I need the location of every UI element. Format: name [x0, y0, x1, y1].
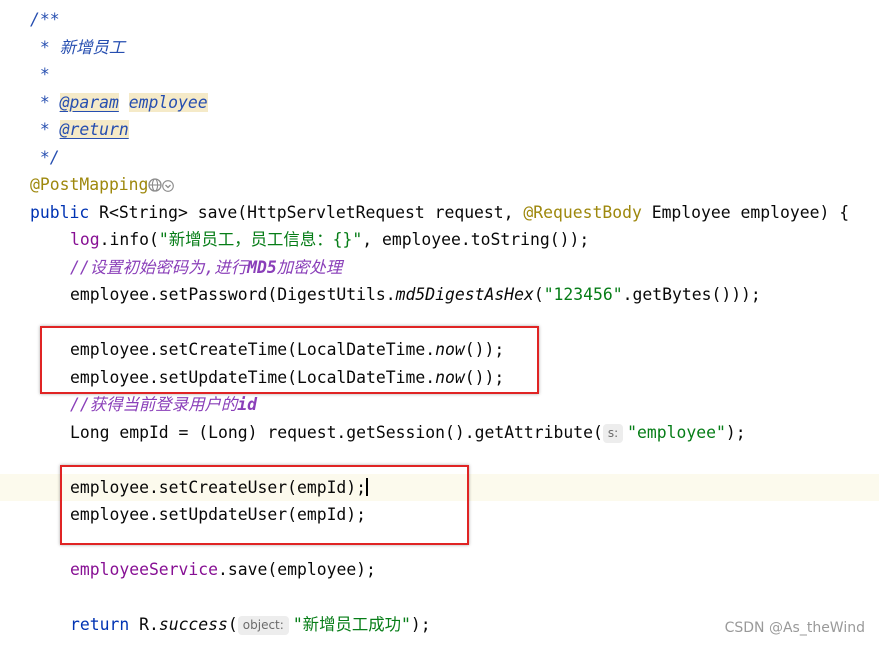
highlight-box-user	[60, 465, 469, 545]
parameter-hint: s:	[602, 423, 624, 443]
code-line-6[interactable]: */	[0, 144, 879, 172]
user-id-comment: //获得当前登录用户的id	[70, 391, 257, 419]
doc-comment-open: /**	[30, 10, 60, 29]
return-tag: @return	[59, 120, 129, 139]
code-line-9[interactable]: log.info("新增员工，员工信息：{}", employee.toStri…	[0, 226, 879, 254]
comment-suffix: 加密处理	[276, 257, 343, 277]
doc-comment-close: */	[30, 147, 60, 167]
code-line-11[interactable]: employee.setPassword(DigestUtils.md5Dige…	[0, 281, 879, 309]
code-line-2[interactable]: * 新增员工	[0, 34, 879, 62]
md5-method: md5DigestAsHex	[395, 285, 534, 304]
get-emp-id-a: Long empId = (Long) request.getSession()…	[70, 422, 603, 442]
annotation-line: @PostMapping	[30, 171, 175, 201]
globe-icon[interactable]	[148, 173, 163, 201]
chevron-down-icon[interactable]	[162, 173, 175, 201]
service-save-call: .save(employee);	[218, 560, 376, 579]
code-line-8[interactable]: public R<String> save(HttpServletRequest…	[0, 199, 879, 227]
success-method: success	[158, 615, 228, 634]
password-string: "123456"	[543, 285, 623, 304]
employee-service-field: employeeService	[70, 560, 219, 579]
doc-star: *	[30, 120, 60, 139]
public-keyword: public	[30, 202, 100, 222]
code-line-22-empty[interactable]	[0, 584, 879, 612]
request-body-annotation: @RequestBody	[523, 202, 642, 222]
paren: (	[227, 615, 238, 634]
get-emp-id-b: );	[725, 422, 746, 442]
watermark: CSDN @As_theWind	[724, 620, 865, 636]
log-string: "新增员工，员工信息：{}"	[158, 230, 363, 249]
log-field: log	[70, 230, 100, 249]
code-line-5[interactable]: * @return	[0, 116, 879, 144]
set-password-statement: employee.setPassword(DigestUtils.md5Dige…	[70, 281, 761, 309]
parameter-hint: object:	[237, 616, 289, 635]
return-r: R.	[139, 615, 159, 634]
comment-id: id	[237, 395, 258, 414]
post-mapping-annotation: @PostMapping	[30, 175, 149, 194]
log-args: , employee.toString());	[362, 230, 590, 249]
comment-prefix: //获得当前登录用户的	[70, 395, 238, 414]
service-save-statement: employeeService.save(employee);	[70, 556, 376, 584]
return-statement: return R.success(object: "新增员工成功");	[70, 611, 431, 639]
code-line-16[interactable]: Long empId = (Long) request.getSession()…	[0, 419, 879, 447]
comment-md5: MD5	[247, 257, 277, 277]
return-end: );	[410, 615, 431, 634]
doc-comment-text: * 新增员工	[30, 37, 126, 57]
code-line-1[interactable]: /**	[0, 6, 879, 34]
signature-part-b: Employee employee) {	[641, 202, 850, 222]
doc-comment-star: *	[30, 65, 50, 84]
return-keyword: return	[70, 615, 140, 634]
doc-return-line: * @return	[30, 116, 129, 144]
paren: (	[533, 285, 544, 304]
signature-part-a: R<String> save(HttpServletRequest reques…	[99, 202, 524, 222]
code-line-21[interactable]: employeeService.save(employee);	[0, 556, 879, 584]
param-tag: @param	[59, 92, 119, 112]
get-emp-id-statement: Long empId = (Long) request.getSession()…	[70, 419, 746, 447]
param-name: employee	[128, 92, 208, 112]
doc-param-line: * @param employee	[30, 89, 208, 117]
session-key-string: "employee"	[627, 422, 726, 442]
set-password-a: employee.setPassword(DigestUtils.	[70, 285, 396, 304]
code-line-3[interactable]: *	[0, 61, 879, 89]
set-password-c: .getBytes()));	[622, 285, 761, 304]
password-comment: //设置初始密码为,进行MD5加密处理	[70, 254, 342, 282]
log-statement: log.info("新增员工，员工信息：{}", employee.toStri…	[70, 226, 589, 254]
code-line-15[interactable]: //获得当前登录用户的id	[0, 391, 879, 419]
code-line-10[interactable]: //设置初始密码为,进行MD5加密处理	[0, 254, 879, 282]
code-editor[interactable]: { "code": { "l1": "/**", "l2": " * 新增员工"…	[0, 0, 879, 642]
highlight-box-time	[40, 326, 539, 394]
comment-prefix: //设置初始密码为,进行	[70, 257, 248, 277]
doc-star: *	[30, 92, 60, 112]
method-signature: public R<String> save(HttpServletRequest…	[30, 199, 849, 227]
code-line-7[interactable]: @PostMapping	[0, 171, 879, 199]
log-call: .info(	[99, 230, 159, 249]
success-string: "新增员工成功"	[292, 615, 411, 634]
code-line-4[interactable]: * @param employee	[0, 89, 879, 117]
